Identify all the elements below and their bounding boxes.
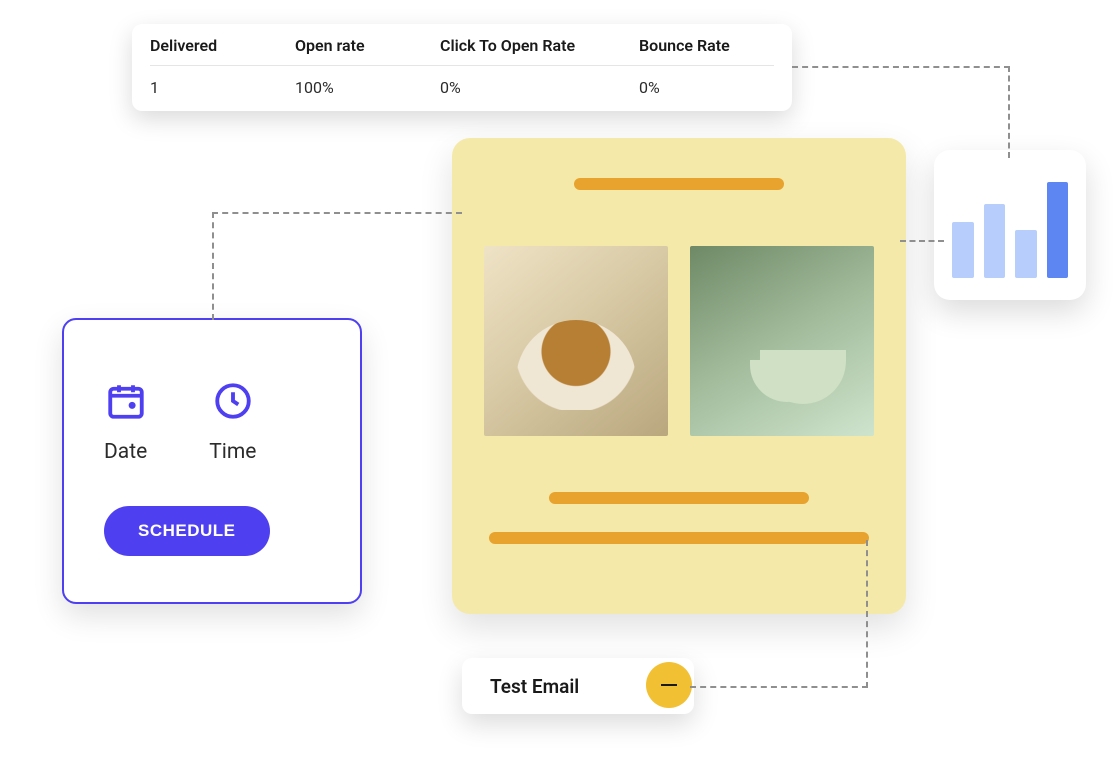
- connector-line: [900, 240, 944, 242]
- time-label: Time: [209, 440, 256, 464]
- connector-node-icon: [646, 662, 692, 708]
- stats-card: Delivered Open rate Click To Open Rate B…: [132, 24, 792, 111]
- test-email-label: Test Email: [490, 675, 579, 698]
- connector-line: [1008, 66, 1010, 158]
- connector-line: [212, 212, 214, 320]
- date-label: Date: [104, 440, 147, 464]
- connector-line: [212, 212, 462, 214]
- schedule-card: Date Time SCHEDULE: [62, 318, 362, 604]
- stats-headers: Delivered Open rate Click To Open Rate B…: [150, 36, 774, 66]
- placeholder-line-1: [549, 492, 809, 504]
- placeholder-line-2: [489, 532, 869, 544]
- col-delivered-head: Delivered: [150, 36, 285, 55]
- stats-values: 1 100% 0% 0%: [150, 66, 774, 97]
- analytics-chart[interactable]: [934, 150, 1086, 300]
- calendar-icon: [104, 380, 147, 422]
- clock-icon: [209, 380, 256, 422]
- col-bounce-rate-val: 0%: [639, 78, 774, 97]
- date-picker[interactable]: Date: [104, 380, 147, 464]
- connector-line: [866, 540, 868, 688]
- col-open-rate-val: 100%: [295, 78, 430, 97]
- email-image-right: [690, 246, 874, 436]
- email-image-left: [484, 246, 668, 436]
- col-bounce-rate-head: Bounce Rate: [639, 36, 774, 55]
- email-preview: [452, 138, 906, 614]
- bar-chart-icon: [952, 222, 974, 278]
- placeholder-heading: [574, 178, 784, 190]
- bar-chart-icon: [1047, 182, 1069, 278]
- connector-line: [690, 686, 868, 688]
- bar-chart-icon: [1015, 230, 1037, 278]
- col-cto-rate-head: Click To Open Rate: [440, 36, 629, 55]
- col-cto-rate-val: 0%: [440, 78, 629, 97]
- time-picker[interactable]: Time: [209, 380, 256, 464]
- schedule-button[interactable]: SCHEDULE: [104, 506, 270, 556]
- bar-chart-icon: [984, 204, 1006, 278]
- connector-line: [792, 66, 1010, 68]
- col-open-rate-head: Open rate: [295, 36, 430, 55]
- col-delivered-val: 1: [150, 78, 285, 97]
